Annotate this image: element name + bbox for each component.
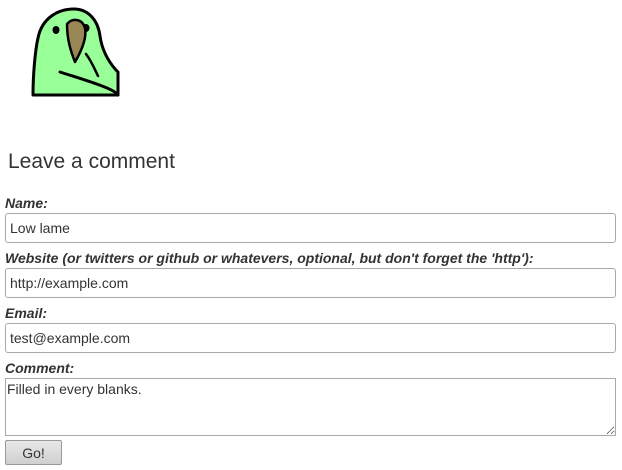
name-input[interactable]	[5, 213, 616, 243]
email-input[interactable]	[5, 323, 616, 353]
name-label: Name:	[5, 195, 48, 211]
comment-form: Name: Website (or twitters or github or …	[5, 194, 616, 465]
comment-section-heading: Leave a comment	[8, 150, 175, 173]
comment-textarea[interactable]: Filled in every blanks.	[5, 378, 616, 436]
website-input[interactable]	[5, 268, 616, 298]
comment-label: Comment:	[5, 360, 75, 376]
submit-button[interactable]: Go!	[5, 440, 62, 465]
parrot-logo-icon	[31, 7, 120, 97]
email-label: Email:	[5, 305, 48, 321]
website-label: Website (or twitters or github or whatev…	[5, 250, 534, 266]
